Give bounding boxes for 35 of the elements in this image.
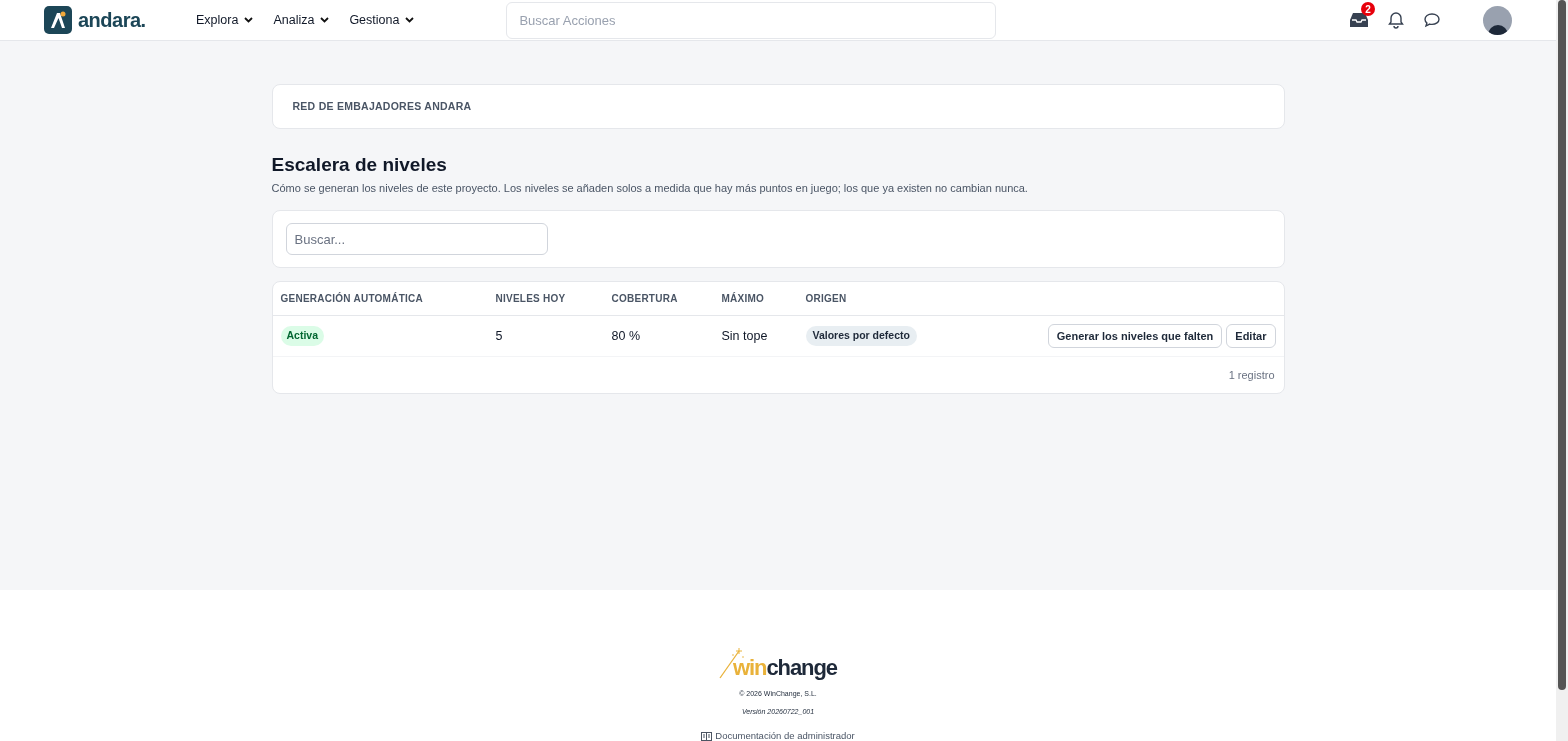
edit-button[interactable]: Editar (1226, 324, 1276, 348)
chevron-down-icon (320, 17, 330, 23)
page-title: Escalera de niveles (271, 153, 448, 177)
avatar[interactable] (1483, 5, 1512, 35)
table-cell-text: Sin tope (721, 327, 769, 345)
table-cell-text: 80 % (611, 327, 641, 345)
nav-menu[interactable]: Explora (196, 10, 254, 30)
column-header: GENERACIÓN AUTOMÁTICA (280, 291, 424, 306)
nav-menu[interactable]: Analiza (273, 10, 330, 30)
record-count: 1 registro (1228, 367, 1275, 383)
search-field[interactable]: Buscar Acciones (506, 1, 997, 39)
column-header: MÁXIMO (721, 291, 766, 306)
column-header: COBERTURA (611, 292, 679, 306)
notification-badge: 2 (1361, 2, 1375, 16)
documentation-link[interactable]: Documentación de administrador (715, 729, 855, 741)
nav-menu[interactable]: Gestiona (349, 10, 415, 30)
scrollbar[interactable] (1556, 0, 1568, 741)
logo-text: andara. (78, 8, 146, 33)
inbox-icon[interactable] (1349, 12, 1369, 28)
page-description: Cómo se generan los niveles de este proyecto. Los niveles se añaden solos a medida que hay más puntos en juego; los que ya existen no cambian nunca. (271, 180, 1029, 196)
breadcrumb[interactable]: RED DE EMBAJADORES ANDARA (292, 98, 472, 115)
logo-icon (44, 6, 72, 34)
footer-logo: winchange (733, 657, 837, 679)
chat-icon[interactable] (1423, 11, 1441, 29)
bell-icon[interactable] (1387, 11, 1405, 29)
table-cell-text: 5 (495, 327, 504, 345)
column-header: NIVELES HOY (495, 292, 567, 306)
column-header: ORIGEN (805, 292, 848, 306)
book-icon (701, 731, 713, 741)
status-badge: Activa (280, 326, 324, 346)
generate-button[interactable]: Generar los niveles que falten (1047, 324, 1223, 348)
search-field[interactable]: Buscar... (285, 223, 548, 255)
chevron-down-icon (244, 17, 254, 23)
chevron-down-icon (405, 17, 415, 23)
origin-tag: Valores por defecto (805, 326, 917, 346)
